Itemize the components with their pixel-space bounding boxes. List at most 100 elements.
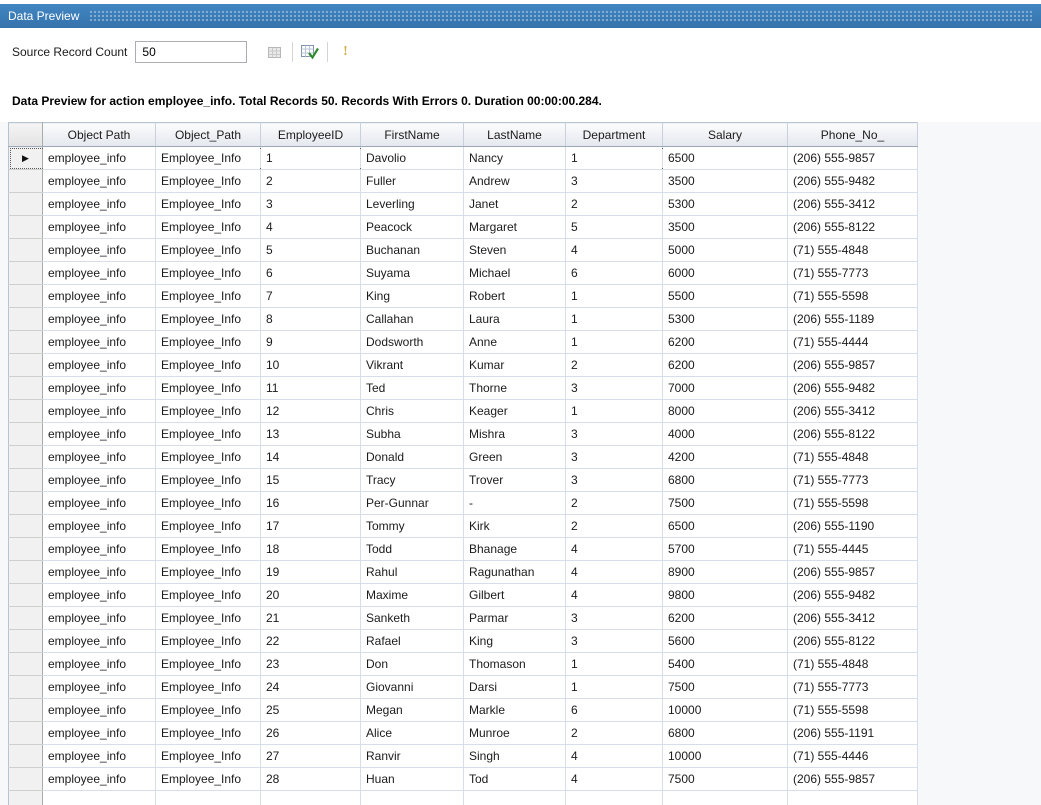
cell[interactable]: 9 — [261, 331, 361, 354]
cell[interactable]: 8000 — [663, 400, 788, 423]
cell[interactable]: Don — [361, 653, 464, 676]
cell[interactable]: 3 — [566, 607, 663, 630]
cell[interactable]: King — [464, 630, 566, 653]
cell[interactable]: 20 — [261, 584, 361, 607]
row-selector[interactable] — [9, 492, 43, 515]
cell[interactable]: employee_info — [43, 469, 156, 492]
cell[interactable]: Laura — [464, 308, 566, 331]
cell[interactable]: Anne — [464, 331, 566, 354]
cell[interactable]: (206) 555-9482 — [788, 377, 918, 400]
cell[interactable]: Subha — [361, 423, 464, 446]
cell[interactable]: Markle — [464, 699, 566, 722]
cell[interactable]: - — [464, 492, 566, 515]
row-selector[interactable] — [9, 607, 43, 630]
row-selector[interactable] — [9, 308, 43, 331]
cell[interactable]: Rafael — [361, 630, 464, 653]
cell[interactable]: Employee_Info — [156, 653, 261, 676]
cell[interactable]: 6200 — [663, 331, 788, 354]
cell[interactable]: 1 — [566, 400, 663, 423]
cell[interactable]: 9800 — [663, 584, 788, 607]
cell[interactable]: Parmar — [464, 607, 566, 630]
cell[interactable]: Steven — [464, 239, 566, 262]
cell[interactable]: (206) 555-8122 — [788, 423, 918, 446]
cell[interactable]: Thorne — [464, 377, 566, 400]
cell[interactable]: (206) 555-1191 — [788, 722, 918, 745]
row-selector[interactable] — [9, 699, 43, 722]
cell[interactable]: employee_info — [43, 170, 156, 193]
cell[interactable]: employee_info — [43, 239, 156, 262]
cell[interactable]: 5600 — [663, 630, 788, 653]
cell[interactable]: Employee_Info — [156, 354, 261, 377]
cell[interactable]: Peacock — [361, 216, 464, 239]
cell[interactable]: 3 — [566, 630, 663, 653]
cell[interactable]: 5 — [566, 216, 663, 239]
cell[interactable]: Giovanni — [361, 676, 464, 699]
cell[interactable]: 7500 — [663, 676, 788, 699]
cell[interactable]: Employee_Info — [156, 492, 261, 515]
column-header-salary[interactable]: Salary — [663, 123, 788, 147]
cell[interactable]: Per-Gunnar — [361, 492, 464, 515]
cell[interactable]: Tommy — [361, 515, 464, 538]
cell[interactable]: (206) 555-9482 — [788, 170, 918, 193]
cell[interactable]: 6200 — [663, 607, 788, 630]
cell[interactable]: 7 — [261, 285, 361, 308]
cell[interactable]: 5000 — [663, 239, 788, 262]
cell[interactable]: employee_info — [43, 745, 156, 768]
cell[interactable]: 6 — [261, 262, 361, 285]
row-selector[interactable] — [9, 584, 43, 607]
cell[interactable]: 12 — [261, 400, 361, 423]
cell[interactable]: 23 — [261, 653, 361, 676]
cell[interactable]: 1 — [261, 147, 361, 170]
cell[interactable]: Employee_Info — [156, 768, 261, 791]
cell[interactable]: Michael — [464, 262, 566, 285]
cell[interactable]: Employee_Info — [156, 400, 261, 423]
cell[interactable]: Employee_Info — [156, 584, 261, 607]
source-record-count-input[interactable] — [135, 41, 247, 63]
cell[interactable]: employee_info — [43, 285, 156, 308]
cell[interactable]: 1 — [566, 653, 663, 676]
cell[interactable]: 6500 — [663, 515, 788, 538]
cell[interactable]: 4 — [261, 216, 361, 239]
cell[interactable]: 5300 — [663, 193, 788, 216]
cell[interactable]: 15 — [261, 469, 361, 492]
cell[interactable]: Callahan — [361, 308, 464, 331]
cell[interactable]: (71) 555-4444 — [788, 331, 918, 354]
cell[interactable]: 3 — [566, 377, 663, 400]
cell[interactable]: employee_info — [43, 630, 156, 653]
cell[interactable]: (206) 555-9482 — [788, 584, 918, 607]
row-selector[interactable] — [9, 561, 43, 584]
cell[interactable]: Singh — [464, 745, 566, 768]
cell[interactable]: Ranvir — [361, 745, 464, 768]
cell[interactable]: 4 — [566, 561, 663, 584]
cell[interactable]: Darsi — [464, 676, 566, 699]
cell[interactable]: Employee_Info — [156, 239, 261, 262]
cell[interactable]: Employee_Info — [156, 745, 261, 768]
column-header-object-path[interactable]: Object Path — [43, 123, 156, 147]
cell[interactable]: Fuller — [361, 170, 464, 193]
cell[interactable]: Employee_Info — [156, 469, 261, 492]
cell[interactable]: Employee_Info — [156, 722, 261, 745]
cell[interactable]: 5 — [261, 239, 361, 262]
cell[interactable]: Employee_Info — [156, 515, 261, 538]
row-selector[interactable] — [9, 446, 43, 469]
cell[interactable]: Ragunathan — [464, 561, 566, 584]
cell[interactable]: employee_info — [43, 331, 156, 354]
cell[interactable]: employee_info — [43, 561, 156, 584]
cell[interactable]: Employee_Info — [156, 147, 261, 170]
cell[interactable]: 1 — [566, 676, 663, 699]
cell[interactable]: 10 — [261, 354, 361, 377]
cell[interactable]: 2 — [566, 515, 663, 538]
row-selector[interactable] — [9, 423, 43, 446]
row-selector[interactable] — [9, 653, 43, 676]
row-selector-current[interactable]: ▶ — [9, 147, 43, 170]
row-selector[interactable] — [9, 630, 43, 653]
column-header-firstname[interactable]: FirstName — [361, 123, 464, 147]
cell[interactable]: Donald — [361, 446, 464, 469]
cell[interactable]: (206) 555-8122 — [788, 216, 918, 239]
cell[interactable]: Buchanan — [361, 239, 464, 262]
cell[interactable]: 5400 — [663, 653, 788, 676]
cell[interactable]: 18 — [261, 538, 361, 561]
cell[interactable]: Rahul — [361, 561, 464, 584]
cell[interactable]: 6 — [566, 262, 663, 285]
cell[interactable]: 3 — [566, 423, 663, 446]
